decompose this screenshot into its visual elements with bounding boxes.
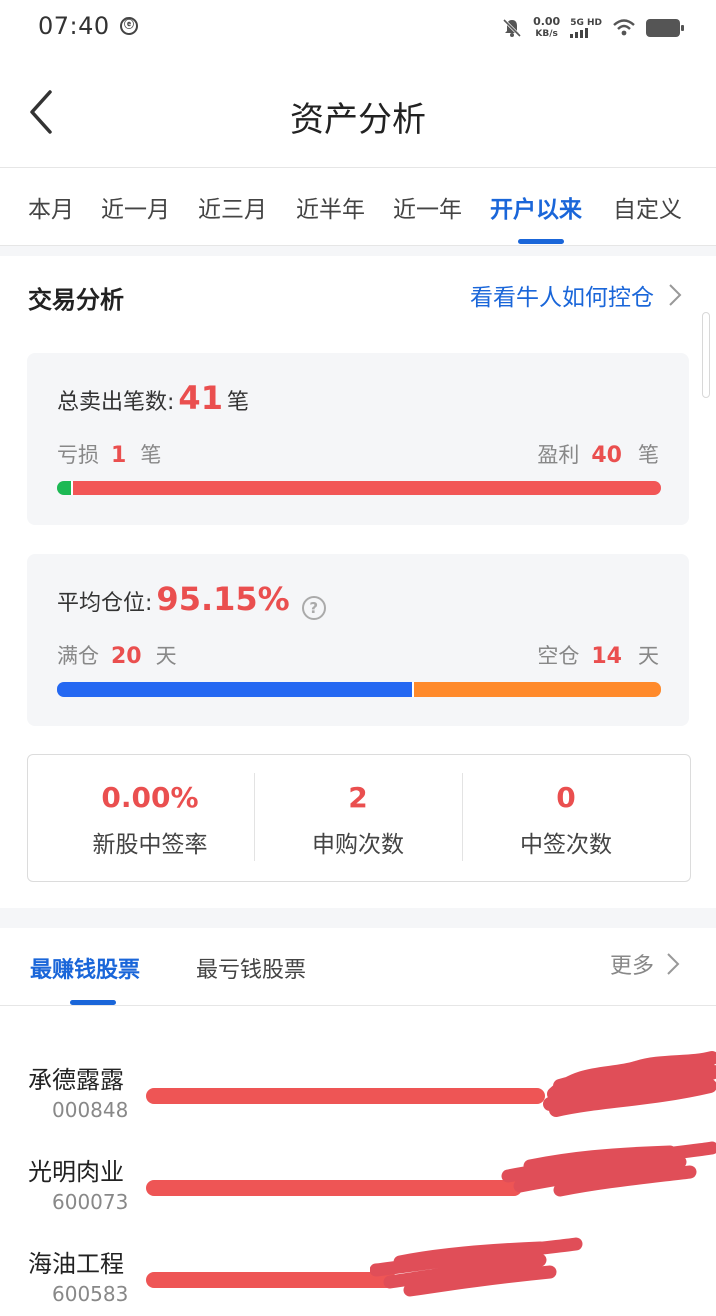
ipo-win-count: 0 中签次数 xyxy=(520,781,612,858)
loss-count: 亏损 1 笔 xyxy=(57,443,162,468)
ipo-win-rate: 0.00% 新股中签率 xyxy=(92,781,208,858)
more-link[interactable]: 更多 xyxy=(610,948,680,980)
average-position-label: 平均仓位: xyxy=(57,591,153,616)
tab-most-losing[interactable]: 最亏钱股票 xyxy=(196,952,306,984)
profit-loss-bar xyxy=(57,481,661,495)
tab-last-three-months[interactable]: 近三月 xyxy=(198,190,267,224)
sell-count-card: 总卖出笔数: 41 笔 亏损 1 笔 盈利 40 笔 xyxy=(27,353,689,525)
tab-last-year[interactable]: 近一年 xyxy=(393,190,462,224)
stock-name: 海油工程 xyxy=(28,1250,124,1278)
scrollbar-thumb[interactable] xyxy=(702,312,710,398)
position-ratio-bar xyxy=(57,682,661,697)
tab-last-month[interactable]: 近一月 xyxy=(101,190,170,224)
stock-profit-bar xyxy=(146,1180,522,1196)
tab-custom[interactable]: 自定义 xyxy=(613,190,682,224)
wifi-icon xyxy=(613,19,635,36)
stock-code: 600583 xyxy=(52,1282,129,1306)
sell-count-unit: 笔 xyxy=(226,390,249,415)
tab-last-half-year[interactable]: 近半年 xyxy=(296,190,365,224)
app-notification-icon: ⓔ xyxy=(120,17,138,35)
more-link-label: 更多 xyxy=(609,954,654,979)
status-icons: 0.00 KB/s 5G HD xyxy=(501,14,684,42)
full-position-days: 满仓 20 天 xyxy=(57,644,177,669)
control-position-link[interactable]: 看看牛人如何控仓 xyxy=(470,278,682,312)
redaction-scribble xyxy=(370,1237,583,1297)
profit-count: 盈利 40 笔 xyxy=(537,443,659,468)
full-position-segment xyxy=(57,682,412,697)
redaction-scribble xyxy=(501,1141,716,1197)
battery-icon xyxy=(646,19,684,37)
profit-segment xyxy=(73,481,661,495)
empty-position-days: 空仓 14 天 xyxy=(537,644,659,669)
average-position-value: 95.15% xyxy=(156,580,290,618)
status-time: 07:40 xyxy=(38,12,110,40)
stock-name: 光明肉业 xyxy=(28,1158,124,1186)
sell-count-heading: 总卖出笔数: 41 笔 xyxy=(57,379,249,417)
section-divider xyxy=(0,246,716,256)
average-position-card: 平均仓位: 95.15% ? 满仓 20 天 空仓 14 天 xyxy=(27,554,689,726)
net-speed: 0.00 KB/s xyxy=(533,15,561,40)
stock-code: 000848 xyxy=(52,1098,129,1122)
page-title: 资产分析 xyxy=(290,100,426,140)
tab-this-month[interactable]: 本月 xyxy=(28,190,74,224)
chevron-right-icon xyxy=(669,284,682,306)
active-tab-indicator xyxy=(70,1000,116,1005)
signal-icon: 5G HD xyxy=(570,18,602,38)
stock-ranking-tabs: 最赚钱股票 最亏钱股票 更多 xyxy=(0,928,716,1006)
sell-count-total: 41 xyxy=(178,379,223,417)
tab-since-opening[interactable]: 开户以来 xyxy=(490,190,582,224)
status-bar: 07:40 ⓔ 0.00 KB/s 5G HD xyxy=(0,0,716,56)
tab-most-profitable[interactable]: 最赚钱股票 xyxy=(30,952,140,984)
period-tabs: 本月 近一月 近三月 近半年 近一年 开户以来 自定义 xyxy=(0,168,716,246)
stock-profit-bar xyxy=(146,1272,397,1288)
ipo-subscription-count: 2 申购次数 xyxy=(312,781,404,858)
ipo-stats-box: 0.00% 新股中签率 2 申购次数 0 中签次数 xyxy=(27,754,691,882)
stock-name: 承德露露 xyxy=(28,1066,124,1094)
trade-analysis-title: 交易分析 xyxy=(28,286,124,314)
average-position-heading: 平均仓位: 95.15% ? xyxy=(57,580,326,620)
help-icon[interactable]: ? xyxy=(301,596,326,620)
redaction-scribble xyxy=(543,1051,716,1117)
empty-position-segment xyxy=(414,682,661,697)
mute-bell-icon xyxy=(503,18,522,38)
control-position-link-label: 看看牛人如何控仓 xyxy=(470,285,654,311)
nav-bar: 资产分析 xyxy=(0,56,716,168)
sell-count-label: 总卖出笔数: xyxy=(57,390,175,415)
section-divider xyxy=(0,908,716,928)
stock-code: 600073 xyxy=(52,1190,129,1214)
stock-row[interactable]: 海油工程 600583 xyxy=(0,1244,716,1316)
chevron-right-icon xyxy=(667,953,680,975)
loss-segment xyxy=(57,481,71,495)
stock-profit-bar xyxy=(146,1088,545,1104)
active-tab-indicator xyxy=(518,239,564,244)
